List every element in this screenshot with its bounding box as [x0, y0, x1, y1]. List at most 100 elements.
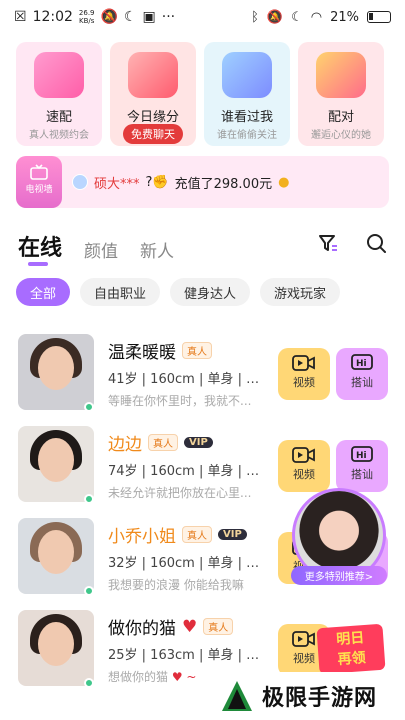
- chip-all[interactable]: 全部: [16, 278, 71, 306]
- feature-subtitle: 真人视频约会: [29, 130, 89, 141]
- chat-button[interactable]: Hi 搭讪: [336, 440, 388, 492]
- user-name: 温柔暖暖 真人: [108, 338, 212, 363]
- double-heart-icon: [316, 52, 366, 98]
- filter-chips: 全部 自由职业 健身达人 游戏玩家: [0, 278, 405, 306]
- free-chat-badge: 免费聊天: [123, 124, 183, 144]
- online-dot: [84, 586, 94, 596]
- hi-bubble-icon: Hi: [351, 446, 373, 462]
- video-label: 视频: [293, 652, 315, 665]
- battery-icon: [367, 11, 391, 23]
- chat-label: 搭讪: [351, 468, 373, 481]
- user-signature: 等睡在你怀里时，我就不...: [108, 394, 252, 408]
- bell-off-icon: 🔕: [100, 9, 118, 25]
- user-photo[interactable]: [18, 334, 94, 410]
- avatar: [72, 174, 88, 190]
- promo-badge[interactable]: 明日 再领: [316, 623, 386, 675]
- recommend-label: 更多特别推荐>: [291, 566, 387, 585]
- marquee-text: 硕大*** ?✊ 充值了298.00元 ●: [72, 173, 289, 192]
- tab-newcomers[interactable]: 新人: [140, 237, 174, 262]
- feature-subtitle: 邂逅心仪的她: [311, 130, 371, 141]
- user-info: 25岁 | 163cm | 单身 | 销售: [108, 648, 270, 663]
- user-photo[interactable]: [18, 426, 94, 502]
- filter-icon[interactable]: [317, 232, 339, 254]
- user-name: 边边 真人 VIP: [108, 430, 213, 455]
- tv-wall-marquee[interactable]: 电视墙 硕大*** ?✊ 充值了298.00元 ●: [16, 156, 389, 208]
- moon-icon: ☾: [123, 9, 137, 25]
- chat-label: 搭讪: [351, 376, 373, 389]
- question-icon: ?✊: [145, 174, 169, 190]
- list-item[interactable]: 温柔暖暖 真人 41岁 | 160cm | 单身 | 自... 等睡在你怀里时，…: [0, 330, 405, 422]
- vip-badge: VIP: [218, 529, 247, 540]
- video-label: 视频: [293, 468, 315, 481]
- user-info: 74岁 | 160cm | 单身 | 自...: [108, 464, 270, 479]
- close-notification-icon: ☒: [14, 9, 27, 25]
- feature-title: 今日缘分: [126, 110, 179, 125]
- watermark-logo-icon: [222, 681, 252, 711]
- user-name-text: 温柔暖暖: [108, 343, 176, 363]
- video-camera-icon: [292, 631, 315, 647]
- photo-face: [38, 530, 74, 574]
- heart-icon: ♥: [182, 616, 198, 637]
- chip-gamer[interactable]: 游戏玩家: [260, 278, 341, 306]
- tv-icon: [30, 164, 48, 180]
- network-speed: 26.9 KB/s: [78, 9, 95, 25]
- status-time: 12:02: [32, 9, 73, 25]
- watermark: 极限手游网: [212, 672, 405, 720]
- hi-bubble-icon: Hi: [351, 354, 373, 370]
- photo-face: [38, 438, 74, 482]
- moon-icon: ☾: [291, 9, 303, 25]
- user-info: 41岁 | 160cm | 单身 | 自...: [108, 372, 270, 387]
- chip-freelance[interactable]: 自由职业: [80, 278, 161, 306]
- search-icon[interactable]: [365, 232, 387, 254]
- feature-today-fate[interactable]: 今日缘分 免费聊天: [110, 42, 196, 146]
- heart-icon: ♥ ~: [171, 670, 197, 684]
- real-person-badge: 真人: [148, 434, 178, 451]
- user-signature: 未经允许就把你放在心里...: [108, 486, 252, 500]
- feature-speed-match[interactable]: 速配 真人视频约会: [16, 42, 102, 146]
- status-bar: ☒ 12:02 26.9 KB/s 🔕 ☾ ▣ ··· ᛒ 🔕 ☾ ◠ 21%: [0, 0, 405, 34]
- tv-wall-button[interactable]: 电视墙: [16, 156, 62, 208]
- more-icon: ···: [161, 9, 176, 25]
- video-button[interactable]: 视频: [278, 440, 330, 492]
- video-camera-heart-icon: [34, 52, 84, 98]
- video-label: 视频: [293, 376, 315, 389]
- wifi-icon: ◠: [310, 9, 323, 25]
- user-name-text: 做你的猫: [108, 619, 176, 639]
- bluetooth-icon: ᛒ: [251, 9, 259, 25]
- chat-button[interactable]: Hi 搭讪: [336, 348, 388, 400]
- real-person-badge: 真人: [182, 526, 212, 543]
- feature-subtitle: 谁在偷偷关注: [217, 130, 277, 141]
- tv-wall-label: 电视墙: [25, 185, 53, 195]
- marquee-user: 硕大***: [94, 176, 140, 192]
- feature-title: 速配: [45, 110, 72, 125]
- real-person-badge: 真人: [182, 342, 212, 359]
- profile-card-icon: [222, 52, 272, 98]
- special-recommend-float[interactable]: 更多特别推荐>: [291, 488, 387, 585]
- user-signature-text: 想做你的猫: [108, 670, 169, 684]
- video-camera-icon: [292, 355, 315, 371]
- video-button[interactable]: 视频: [278, 348, 330, 400]
- feature-pairing[interactable]: 配对 邂逅心仪的她: [298, 42, 384, 146]
- user-name: 小乔小姐 真人 VIP: [108, 522, 247, 547]
- svg-text:Hi: Hi: [356, 451, 367, 461]
- tab-indicator: [28, 262, 48, 266]
- tab-looks[interactable]: 颜值: [84, 237, 118, 262]
- user-name-text: 小乔小姐: [108, 527, 176, 547]
- user-photo[interactable]: [18, 610, 94, 686]
- feature-who-viewed-me[interactable]: 谁看过我 谁在偷偷关注: [204, 42, 290, 146]
- vip-badge: VIP: [184, 437, 213, 448]
- online-dot: [84, 402, 94, 412]
- user-info: 32岁 | 160cm | 单身 | 自...: [108, 556, 270, 571]
- svg-text:Hi: Hi: [356, 359, 367, 369]
- user-name-text: 边边: [108, 435, 142, 455]
- app-icon: ▣: [142, 9, 156, 25]
- battery-level: 21%: [330, 9, 359, 25]
- video-camera-icon: [292, 447, 315, 463]
- coin-icon: ●: [278, 174, 290, 190]
- tab-online[interactable]: 在线: [18, 230, 62, 262]
- chip-fitness[interactable]: 健身达人: [170, 278, 251, 306]
- user-photo[interactable]: [18, 518, 94, 594]
- marquee-message: 充值了298.00元: [174, 176, 273, 192]
- photo-face: [38, 622, 74, 666]
- user-name: 做你的猫 ♥ 真人: [108, 614, 234, 639]
